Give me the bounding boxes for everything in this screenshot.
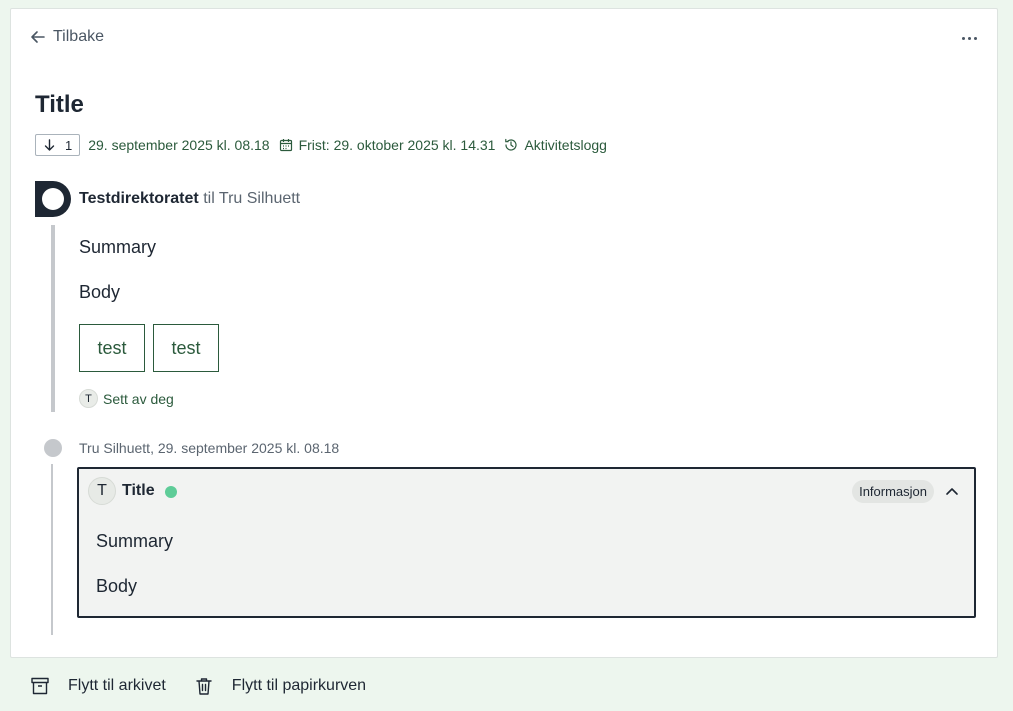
archive-icon <box>31 677 49 695</box>
more-menu-button[interactable] <box>957 29 981 47</box>
page-title: Title <box>35 91 84 118</box>
avatar: T <box>88 477 116 505</box>
archive-button[interactable]: Flytt til arkivet <box>30 676 166 696</box>
timeline-dot <box>44 439 62 457</box>
sender-line: Testdirektoratet til Tru Silhuett <box>79 190 300 208</box>
recipient-name: Tru Silhuett <box>218 190 301 207</box>
unread-indicator <box>165 486 177 498</box>
sender-name: Testdirektoratet <box>79 190 199 207</box>
trash-label: Flytt til papirkurven <box>231 677 367 694</box>
reply-count-button[interactable]: 1 <box>35 134 81 156</box>
attachment-button[interactable]: test <box>153 324 219 372</box>
sender-connector: til <box>203 190 215 207</box>
thread-line <box>51 464 53 635</box>
action-bar: Flytt til arkivet Flytt til papirkurven <box>30 676 366 696</box>
avatar: T <box>79 389 98 408</box>
trash-button[interactable]: Flytt til papirkurven <box>194 676 366 696</box>
calendar-icon <box>279 139 292 152</box>
message-card: Tilbake Title 1 29. september 2025 kl. 0… <box>10 8 998 658</box>
sender-logo <box>35 181 71 217</box>
reply-meta: Tru Silhuett, 29. september 2025 kl. 08.… <box>79 440 340 456</box>
message-summary: Summary <box>79 237 157 257</box>
category-badge: Informasjon <box>852 480 934 503</box>
archive-label: Flytt til arkivet <box>68 677 166 694</box>
attachment-button[interactable]: test <box>79 324 145 372</box>
more-horizontal-icon <box>961 36 965 40</box>
back-link[interactable]: Tilbake <box>29 28 104 46</box>
attachment-list: test test <box>79 324 219 372</box>
history-icon <box>505 138 518 151</box>
message-date: 29. september 2025 kl. 08.18 <box>88 137 270 153</box>
trash-icon <box>196 678 212 695</box>
message-meta: 1 29. september 2025 kl. 08.18 Frist: 29… <box>35 134 616 156</box>
arrow-down-icon <box>44 139 55 151</box>
thread-line <box>51 225 55 412</box>
seen-by: T Sett av deg <box>79 389 174 408</box>
back-label: Tilbake <box>53 28 104 45</box>
chevron-up-icon[interactable] <box>942 481 962 501</box>
seen-by-label: Sett av deg <box>103 390 174 407</box>
arrow-left-icon <box>31 31 45 43</box>
reply-title: Title <box>122 482 155 499</box>
reply-summary: Summary <box>96 531 174 551</box>
message-body: Body <box>79 282 121 302</box>
reply-message[interactable]: T Title Informasjon Summary Body <box>77 467 976 618</box>
activity-log-link[interactable]: Aktivitetslogg <box>504 137 607 153</box>
deadline: Frist: 29. oktober 2025 kl. 14.31 <box>279 137 495 153</box>
reply-count: 1 <box>65 137 73 153</box>
reply-body: Body <box>96 576 138 596</box>
